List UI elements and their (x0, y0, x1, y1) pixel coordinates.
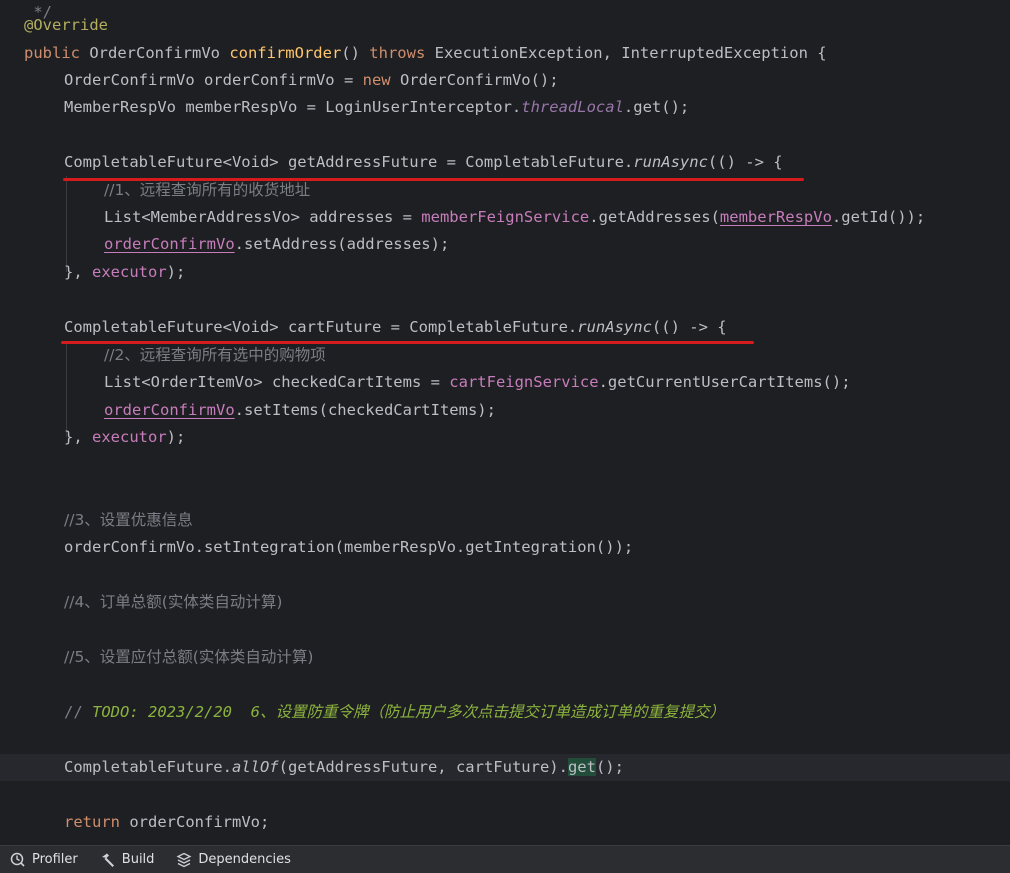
code-line-cart-future: CompletableFuture<Void> cartFuture = Com… (64, 318, 727, 336)
profiler-tab[interactable]: Profiler (10, 852, 78, 868)
todo-comment: // TODO: 2023/2/20 6、设置防重令牌（防止用户多次点击提交订单… (64, 703, 725, 721)
code-comment: //3、设置优惠信息 (64, 511, 193, 529)
code-line: List<MemberAddressVo> addresses = member… (104, 208, 926, 226)
code-line: orderConfirmVo.setAddress(addresses); (104, 235, 450, 253)
code-editor[interactable]: */ @Override public OrderConfirmVo confi… (0, 0, 1010, 845)
code-comment: //1、远程查询所有的收货地址 (104, 181, 311, 199)
code-line: OrderConfirmVo orderConfirmVo = new Orde… (64, 71, 559, 89)
code-line: MemberRespVo memberRespVo = LoginUserInt… (64, 98, 690, 116)
code-comment: //4、订单总额(实体类自动计算) (64, 593, 283, 611)
code-comment: //5、设置应付总额(实体类自动计算) (64, 648, 314, 666)
dependencies-tab[interactable]: Dependencies (176, 852, 291, 868)
tool-window-bar: Profiler Build Dependencies (0, 845, 1010, 873)
profiler-label: Profiler (32, 852, 78, 867)
code-line-method-signature: public OrderConfirmVo confirmOrder() thr… (24, 44, 827, 62)
indent-guide (66, 176, 67, 272)
build-hammer-icon (101, 853, 114, 867)
indent-guide (66, 341, 67, 437)
dependencies-label: Dependencies (198, 852, 291, 867)
code-line: List<OrderItemVo> checkedCartItems = car… (104, 373, 851, 391)
code-comment: //2、远程查询所有选中的购物项 (104, 346, 326, 364)
code-line-address-future: CompletableFuture<Void> getAddressFuture… (64, 153, 783, 171)
code-line: orderConfirmVo.setIntegration(memberResp… (64, 538, 634, 556)
code-line-return: return orderConfirmVo; (64, 813, 270, 831)
code-line-override: @Override (24, 16, 108, 34)
dependencies-icon (176, 852, 192, 867)
build-tab[interactable]: Build (100, 852, 155, 868)
profiler-icon (10, 852, 25, 867)
code-line: }, executor); (64, 428, 186, 446)
code-line-current: CompletableFuture.allOf(getAddressFuture… (0, 754, 1010, 781)
build-label: Build (121, 852, 155, 867)
code-line: }, executor); (64, 263, 186, 281)
code-line: orderConfirmVo.setItems(checkedCartItems… (104, 401, 496, 419)
